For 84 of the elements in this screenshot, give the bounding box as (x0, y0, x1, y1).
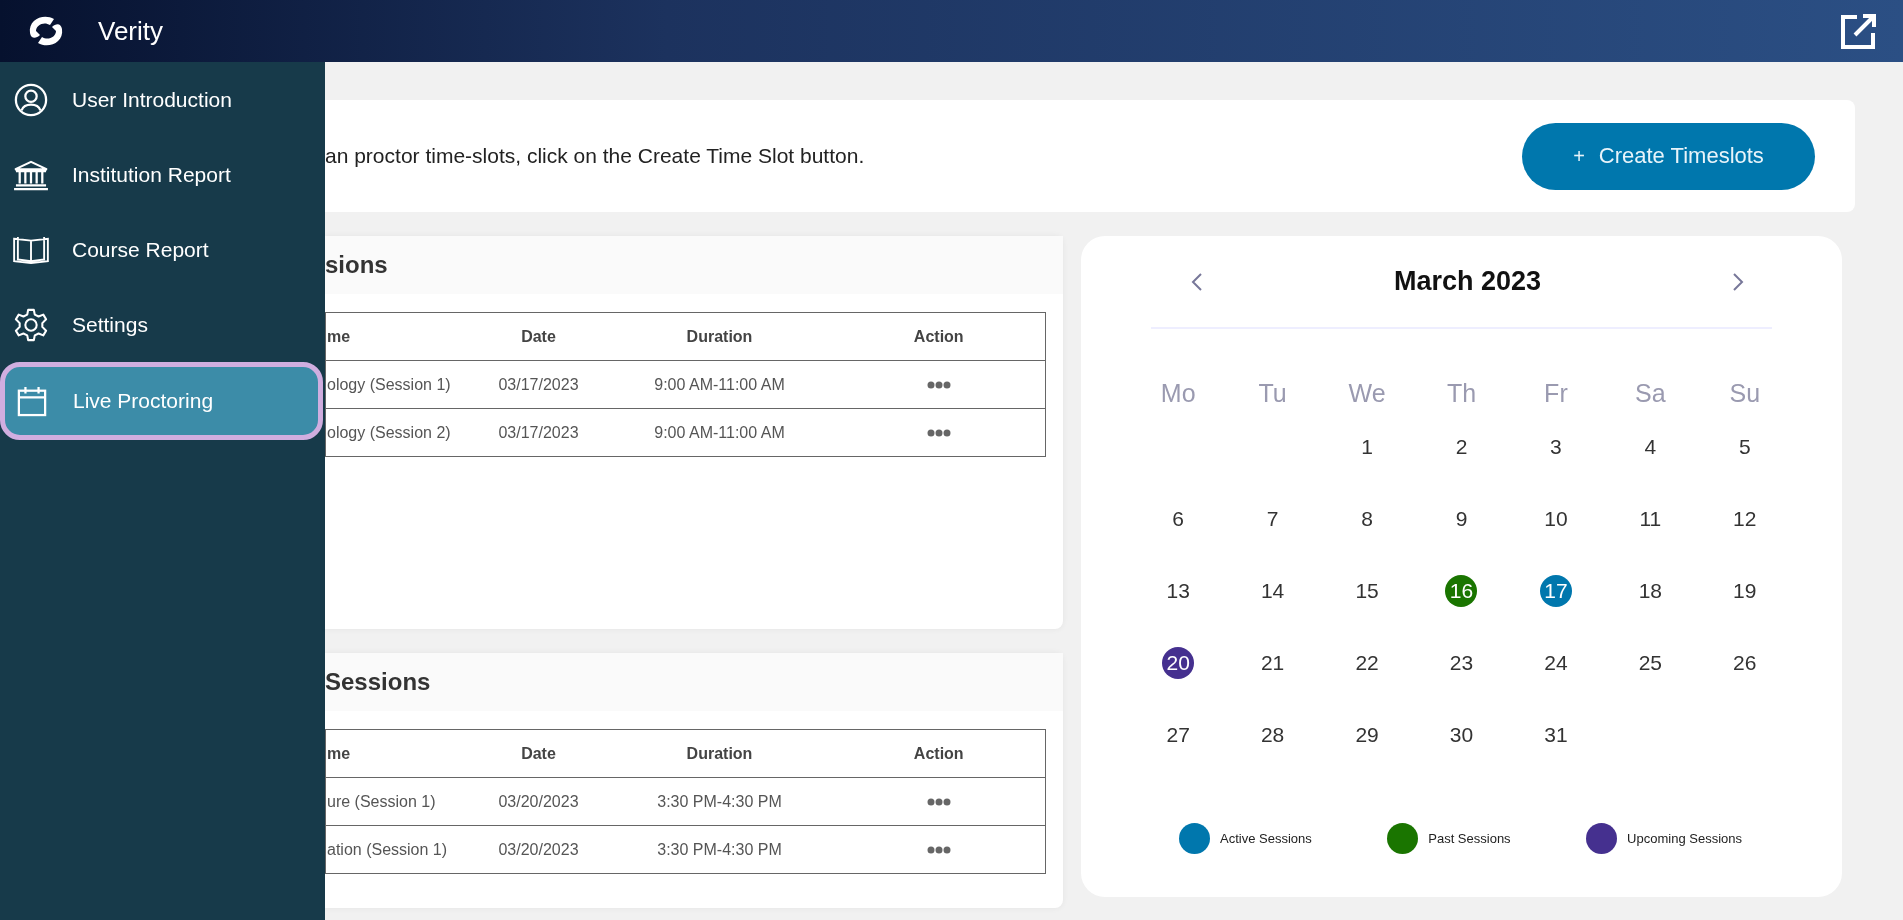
column-header: me (325, 729, 471, 778)
weekday-label: Mo (1159, 377, 1197, 409)
table-cell: 3:30 PM-4:30 PM (606, 777, 833, 826)
calendar-day[interactable]: 13 (1162, 575, 1195, 607)
table-cell: ure (Session 1) (325, 777, 471, 826)
table-cell: 03/20/2023 (470, 777, 607, 826)
settings-icon (14, 307, 48, 342)
column-header: Date (470, 729, 607, 778)
calendar-day[interactable]: 20 (1162, 647, 1195, 679)
calendar-day[interactable]: 7 (1256, 503, 1289, 535)
weekday-label: Fr (1543, 377, 1569, 409)
calendar-day[interactable]: 1 (1351, 431, 1384, 463)
legend-label: Past Sessions (1428, 831, 1511, 846)
calendar-day[interactable]: 25 (1634, 647, 1667, 679)
calendar-day[interactable]: 15 (1351, 575, 1384, 607)
calendar-day[interactable]: 21 (1256, 647, 1289, 679)
weekday-label: Th (1445, 377, 1478, 409)
calendar-day[interactable]: 19 (1728, 575, 1761, 607)
calendar-day[interactable]: 24 (1539, 647, 1572, 679)
weekday-label: Tu (1257, 377, 1288, 409)
calendar-day[interactable]: 18 (1634, 575, 1667, 607)
table-cell: 9:00 AM-11:00 AM (606, 408, 833, 457)
sidebar-item[interactable]: Course Report (0, 212, 325, 287)
column-header: Action (832, 729, 1046, 778)
calendar-day[interactable]: 29 (1351, 719, 1384, 751)
table-cell: 03/20/2023 (470, 825, 607, 874)
table-cell: ology (Session 1) (325, 360, 471, 409)
column-header: me (325, 312, 471, 361)
table-cell: ation (Session 1) (325, 825, 471, 874)
sidebar-item[interactable]: Settings (0, 287, 325, 362)
table-cell: 9:00 AM-11:00 AM (606, 360, 833, 409)
calendar-day[interactable]: 4 (1634, 431, 1667, 463)
calendar-day[interactable]: 28 (1256, 719, 1289, 751)
calendar-day[interactable]: 8 (1351, 503, 1384, 535)
bank-icon (12, 158, 50, 191)
table-cell: 03/17/2023 (470, 408, 607, 457)
intro-text: an proctor time-slots, click on the Create Time Slot button. (325, 144, 865, 168)
more-icon[interactable] (926, 381, 951, 390)
column-header: Duration (606, 729, 833, 778)
calendar-day[interactable]: 12 (1728, 503, 1761, 535)
section-title: sions (325, 251, 388, 279)
chevron-left-icon[interactable] (1191, 271, 1203, 292)
table-cell: 3:30 PM-4:30 PM (606, 825, 833, 874)
legend-label: Upcoming Sessions (1627, 831, 1742, 846)
weekday-label: Sa (1634, 377, 1667, 409)
calendar-day[interactable]: 17 (1539, 575, 1572, 607)
calendar-day[interactable]: 27 (1162, 719, 1195, 751)
more-icon[interactable] (926, 429, 951, 438)
table-cell: 03/17/2023 (470, 360, 607, 409)
calendar-day[interactable]: 31 (1539, 719, 1572, 751)
section-title: Sessions (325, 668, 431, 696)
calendar-day[interactable]: 26 (1728, 647, 1761, 679)
sidebar-item[interactable]: User Introduction (0, 62, 325, 137)
weekday-label: Su (1728, 377, 1762, 409)
external-link-icon[interactable] (1839, 11, 1879, 51)
calendar-icon (17, 385, 47, 417)
month-title: March 2023 (1393, 266, 1542, 297)
weekday-label: We (1347, 377, 1387, 409)
sidebar-item[interactable]: Institution Report (0, 137, 325, 212)
chevron-right-icon[interactable] (1732, 271, 1744, 292)
calendar-day[interactable]: 3 (1539, 431, 1572, 463)
calendar-day[interactable]: 9 (1445, 503, 1478, 535)
calendar-day[interactable]: 10 (1539, 503, 1572, 535)
calendar-day[interactable]: 11 (1634, 503, 1667, 535)
calendar-day[interactable]: 2 (1445, 431, 1478, 463)
create-timeslots-button[interactable]: + Create Timeslots (1522, 122, 1815, 190)
more-icon[interactable] (926, 846, 951, 855)
calendar-day[interactable]: 16 (1445, 575, 1478, 607)
column-header: Date (470, 312, 607, 361)
user-icon (14, 82, 48, 117)
book-icon (12, 234, 50, 265)
calendar-day[interactable]: 22 (1351, 647, 1384, 679)
calendar-day[interactable]: 14 (1256, 575, 1289, 607)
sidebar-item[interactable]: Live Proctoring (0, 362, 323, 440)
calendar-day[interactable]: 30 (1445, 719, 1478, 751)
calendar-day[interactable]: 23 (1445, 647, 1478, 679)
table-cell: ology (Session 2) (325, 408, 471, 457)
brand-name: Verity (98, 15, 164, 47)
legend-label: Active Sessions (1220, 831, 1312, 846)
column-header: Action (832, 312, 1046, 361)
column-header: Duration (606, 312, 833, 361)
more-icon[interactable] (926, 798, 951, 807)
calendar-day[interactable]: 5 (1728, 431, 1761, 463)
calendar-day[interactable]: 6 (1162, 503, 1195, 535)
